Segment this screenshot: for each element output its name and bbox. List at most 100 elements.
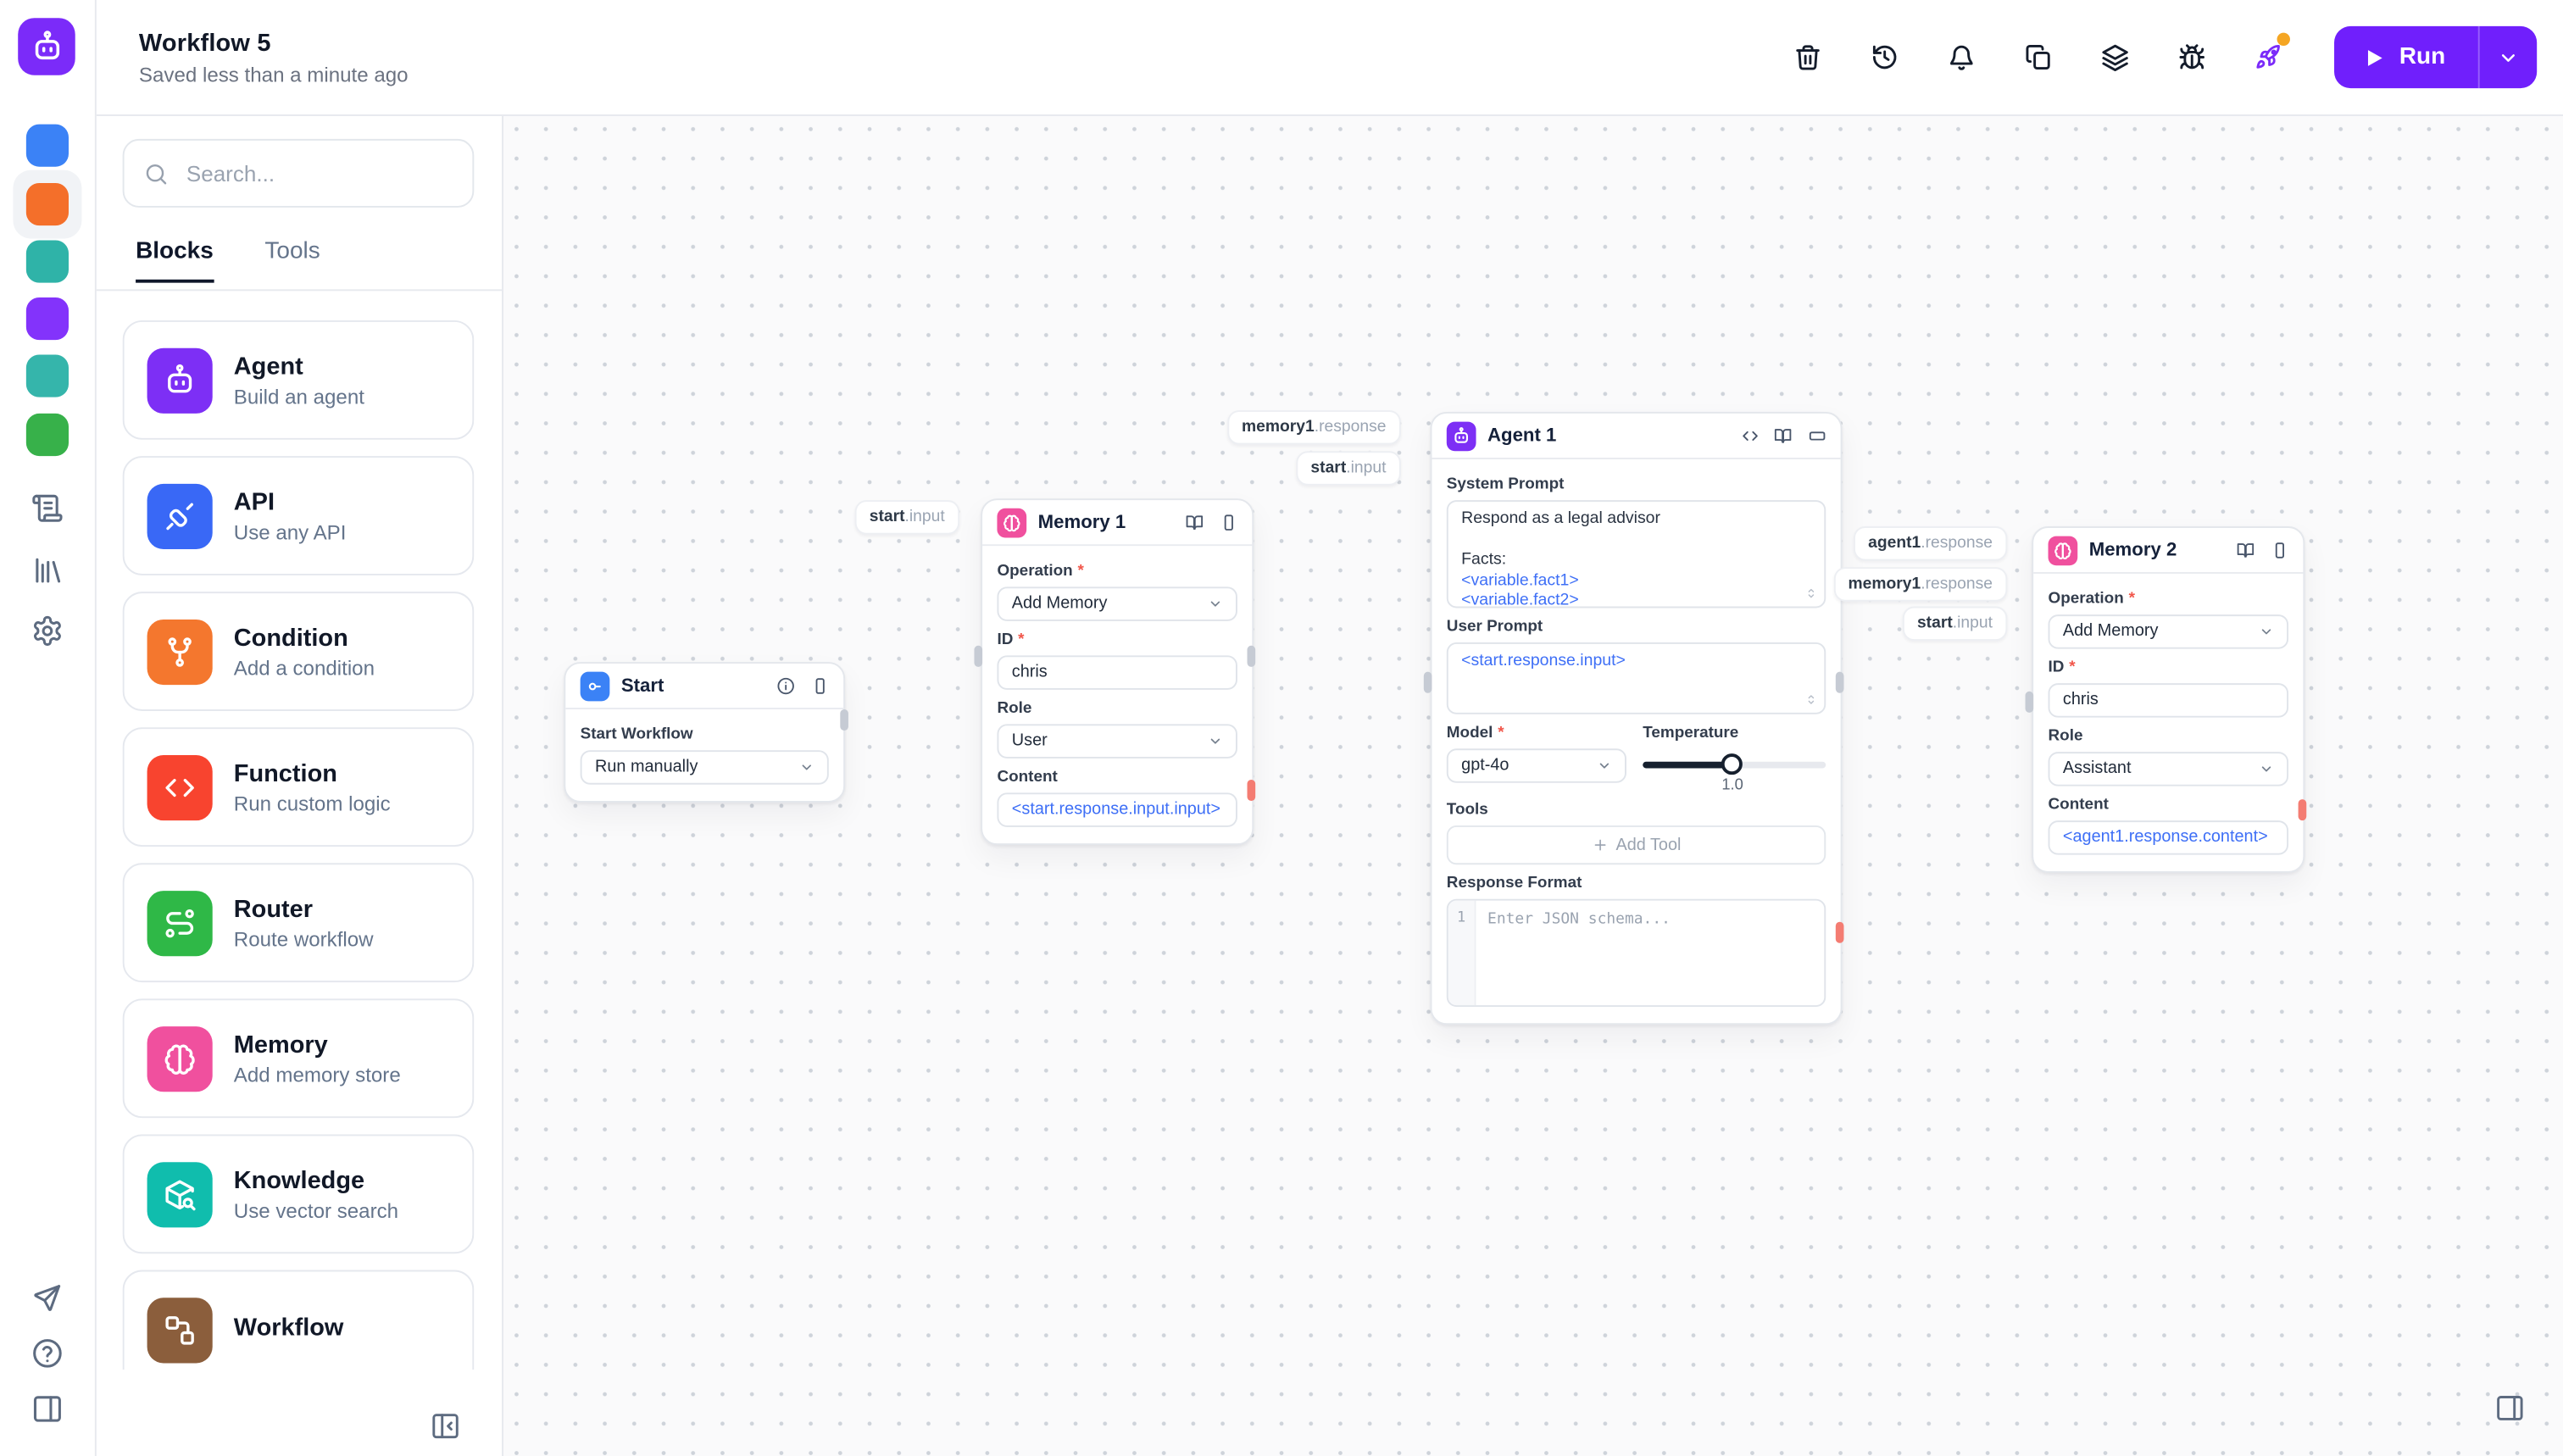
memory2-id-input[interactable]: chris [2048,683,2289,718]
edge-label: memory1 .response [1226,410,1401,445]
layers-icon[interactable] [2099,41,2132,74]
block-card-condition[interactable]: Condition Add a condition [122,592,475,711]
port-start-output[interactable] [840,709,848,731]
field-label: ID [2048,659,2065,677]
node-agent-1[interactable]: Agent 1 System Prompt Respond as a legal… [1430,412,1843,1025]
panel-rect-icon[interactable] [1219,513,1237,531]
memory2-content-input[interactable]: <agent1.response.content> [2048,820,2289,855]
sidebar-tabs: Blocks Tools [94,239,503,292]
memory1-id-input[interactable]: chris [997,655,1237,690]
chevron-down-icon [1210,601,1220,607]
chevron-down-icon [2501,53,2515,61]
agent1-temperature-slider[interactable]: 1.0 [1643,748,1826,794]
send-feedback-icon[interactable] [31,1281,64,1314]
api-plug-icon [147,482,213,549]
port-agent1-error[interactable] [1835,921,1844,943]
deploy-rocket-icon[interactable] [2252,32,2290,74]
node-memory-1[interactable]: Memory 1 Operation * Add Memory ID * chris… [981,498,1254,846]
agent1-model-select[interactable]: gpt-4o [1446,748,1626,783]
workspace-item-blue[interactable] [25,124,69,167]
port-agent1-input[interactable] [1423,671,1432,693]
docs-book-icon[interactable] [1185,513,1204,531]
agent-robot-icon [147,347,213,413]
panel-toggle-icon[interactable] [31,1392,64,1425]
code-icon[interactable] [1740,426,1759,445]
memory-brain-icon [2048,535,2078,565]
workspace-item-purple[interactable] [25,297,69,341]
port-memory1-output[interactable] [1247,645,1256,667]
router-route-icon [147,890,213,956]
panel-rect-wide-icon[interactable] [1807,426,1826,445]
logs-scroll-icon[interactable] [31,492,64,525]
field-label: Operation [2048,590,2124,609]
memory1-content-input[interactable]: <start.response.input.input> [997,792,1237,827]
block-card-function[interactable]: Function Run custom logic [122,727,475,847]
block-card-router[interactable]: Router Route workflow [122,863,475,983]
edge-label: agent1 .response [1853,526,2008,561]
json-schema-placeholder: Enter JSON schema... [1487,910,1671,929]
workspace-item-orange[interactable] [25,183,69,226]
node-start[interactable]: Start Start Workflow Run manually [564,662,846,803]
tab-blocks[interactable]: Blocks [136,239,214,283]
block-desc: Use any API [233,520,347,544]
search-input[interactable] [183,159,453,187]
workflow-canvas[interactable]: start .input memory1 .response start .input… [502,114,2563,1456]
workspace-item-teal[interactable] [25,240,69,283]
edge-label: start .input [1296,451,1401,486]
run-button-main[interactable]: Run [2334,26,2478,88]
chevron-down-icon [2261,629,2271,635]
block-list: Agent Build an agent API Use any API Condi… [122,320,475,1370]
agent1-user-prompt[interactable]: <start.response.input> [1446,642,1826,714]
memory2-operation-select[interactable]: Add Memory [2048,614,2289,649]
panel-rect-icon[interactable] [810,676,829,695]
required-marker: * [1498,724,1504,742]
port-memory2-error[interactable] [2298,799,2307,821]
debug-bug-icon[interactable] [2176,41,2209,74]
start-mode-select[interactable]: Run manually [580,750,829,785]
block-card-api[interactable]: API Use any API [122,456,475,575]
duplicate-copy-icon[interactable] [2021,41,2054,74]
block-card-workflow[interactable]: Workflow [122,1270,475,1370]
block-card-knowledge[interactable]: Knowledge Use vector search [122,1134,475,1254]
run-button[interactable]: Run [2333,25,2538,89]
app-logo-robot-icon[interactable] [18,18,75,75]
chevron-down-icon [2261,766,2271,772]
right-panel-toggle-icon[interactable] [2494,1392,2526,1424]
block-card-agent[interactable]: Agent Build an agent [122,320,475,440]
tab-tools[interactable]: Tools [264,239,320,265]
search-box[interactable] [122,138,475,208]
agent1-system-prompt[interactable]: Respond as a legal advisor Facts: <varia… [1446,500,1826,610]
memory1-role-select[interactable]: User [997,724,1237,759]
help-icon[interactable] [31,1337,64,1370]
port-memory2-input[interactable] [2025,691,2034,713]
settings-gear-icon[interactable] [31,614,64,647]
docs-book-icon[interactable] [2236,541,2254,559]
block-card-memory[interactable]: Memory Add memory store [122,998,475,1119]
node-memory-2[interactable]: Memory 2 Operation * Add Memory ID * chris… [2032,526,2305,873]
port-memory1-error[interactable] [1247,779,1256,802]
slider-knob[interactable] [1721,753,1743,775]
field-label: Content [2048,796,2109,814]
port-memory1-input[interactable] [974,645,983,667]
port-agent1-output[interactable] [1835,671,1844,693]
workspace-item-green[interactable] [25,413,69,457]
info-icon[interactable] [776,676,795,695]
notifications-bell-icon[interactable] [1945,41,1978,74]
workspace-item-teal2[interactable] [25,354,69,397]
memory2-role-select[interactable]: Assistant [2048,752,2289,786]
resize-hint-icon [1804,586,1817,599]
agent1-response-format-editor[interactable]: 1 Enter JSON schema... [1446,898,1826,1008]
edge-label: start .input [1902,606,2008,642]
memory1-operation-select[interactable]: Add Memory [997,586,1237,621]
agent1-add-tool-button[interactable]: Add Tool [1446,825,1826,865]
block-desc: Add a condition [233,656,375,680]
deploy-notification-dot [2277,32,2290,47]
delete-trash-icon[interactable] [1791,41,1824,74]
panel-rect-icon[interactable] [2270,541,2288,559]
edge-label: memory1 .response [1833,567,2008,602]
history-icon[interactable] [1868,41,1901,74]
library-icon[interactable] [31,554,64,587]
run-options-caret[interactable] [2480,26,2538,88]
docs-book-icon[interactable] [1774,426,1793,445]
sidebar-collapse-icon[interactable] [430,1410,461,1442]
